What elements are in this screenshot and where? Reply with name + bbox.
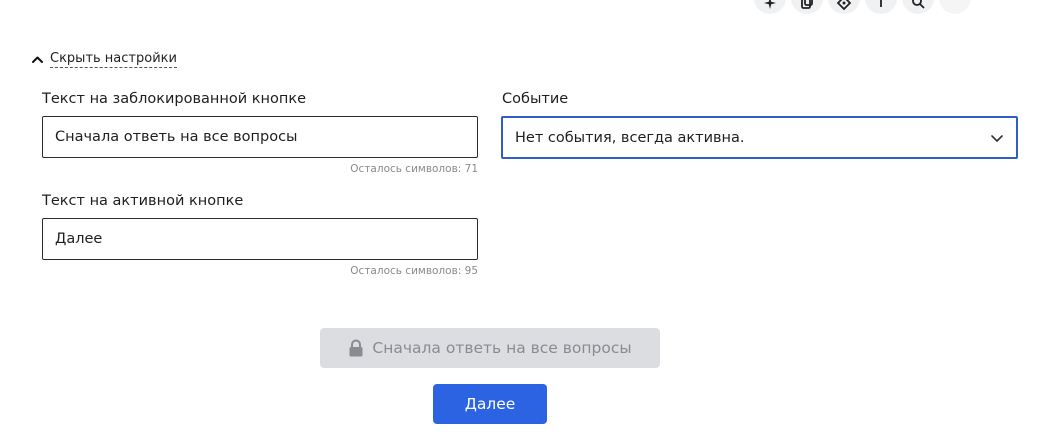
locked-text-label: Текст на заблокированной кнопке: [42, 91, 307, 107]
more-icon: [948, 0, 962, 10]
sparkle-icon: [764, 0, 776, 9]
copy-icon: [801, 0, 813, 9]
search-icon: [912, 0, 925, 9]
hide-settings-label: Скрыть настройки: [50, 51, 177, 68]
locked-preview-button: Сначала ответь на все вопросы: [320, 328, 660, 368]
button-settings-panel: Скрыть настройки Текст на заблокированно…: [0, 0, 1037, 446]
active-preview-button[interactable]: Далее: [433, 384, 547, 424]
more-button[interactable]: [939, 0, 971, 14]
lock-icon: [349, 339, 363, 357]
event-label: Событие: [502, 91, 569, 107]
top-toolbar: [754, 0, 971, 14]
upload-button[interactable]: [865, 0, 897, 14]
tag-button[interactable]: [828, 0, 860, 14]
active-preview-label: Далее: [464, 395, 516, 413]
tag-icon: [837, 0, 851, 10]
active-text-input[interactable]: [42, 218, 478, 260]
locked-preview-label: Сначала ответь на все вопросы: [372, 339, 632, 357]
locked-text-input[interactable]: [42, 116, 478, 158]
copy-button[interactable]: [791, 0, 823, 14]
active-text-counter: Осталось символов: 95: [350, 265, 478, 277]
event-select[interactable]: Нет события, всегда активна.: [501, 116, 1018, 159]
locked-text-counter: Осталось символов: 71: [350, 163, 478, 175]
chevron-up-icon: [32, 56, 43, 63]
active-text-label: Текст на активной кнопке: [42, 193, 244, 209]
hide-settings-toggle[interactable]: Скрыть настройки: [31, 50, 177, 68]
sparkle-button[interactable]: [754, 0, 786, 14]
event-select-value: Нет события, всегда активна.: [515, 129, 745, 146]
search-button[interactable]: [902, 0, 934, 14]
upload-icon: [880, 0, 882, 7]
chevron-down-icon: [991, 134, 1003, 142]
